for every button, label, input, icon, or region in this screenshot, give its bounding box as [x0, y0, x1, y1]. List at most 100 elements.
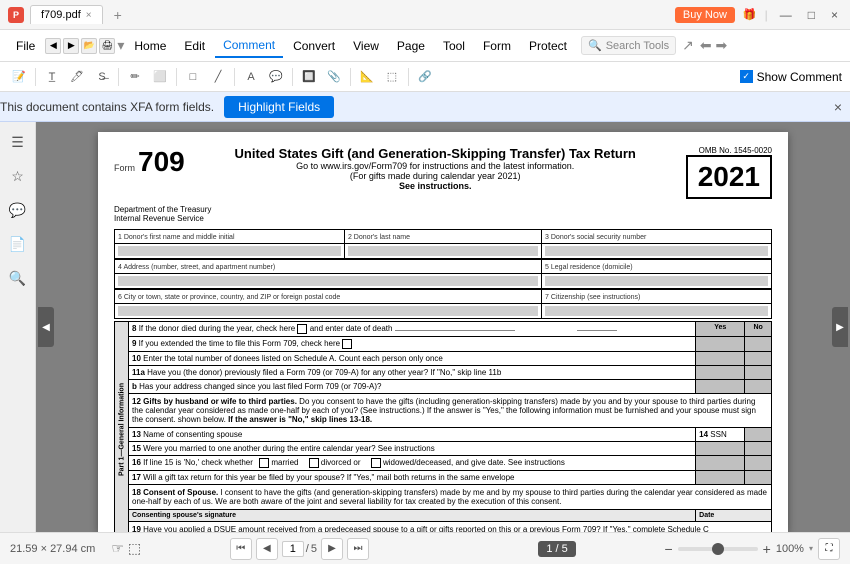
maximize-btn[interactable]: □ [804, 8, 819, 22]
share-icon[interactable]: ↗ [682, 37, 694, 54]
shape-btn[interactable]: □ [182, 66, 204, 88]
close-btn[interactable]: × [827, 8, 842, 22]
tab-close-btn[interactable]: × [86, 10, 92, 21]
draw-btn[interactable]: ✏ [124, 66, 146, 88]
row-11a: 11a Have you (the donor) previously file… [115, 366, 772, 380]
menu-protect[interactable]: Protect [521, 35, 575, 57]
sep-4 [234, 68, 235, 86]
prev-page-btn[interactable]: ◀ [256, 538, 278, 560]
line-btn[interactable]: ╱ [207, 66, 229, 88]
year-number: 2021 [698, 161, 760, 193]
stamp-btn[interactable]: 🔲 [298, 66, 320, 88]
eraser-btn[interactable]: ⬜ [149, 66, 171, 88]
row-13: 13 Name of consenting spouse 14 SSN [115, 428, 772, 442]
page-size-label: 21.59 × 27.94 cm [10, 543, 95, 555]
measure-btn[interactable]: 📐 [356, 66, 378, 88]
row-11b: b Has your address changed since you las… [115, 380, 772, 394]
area-btn[interactable]: ⬚ [381, 66, 403, 88]
col-yes-header: Yes [696, 322, 745, 337]
link-btn[interactable]: 🔗 [414, 66, 436, 88]
menu-view[interactable]: View [345, 35, 387, 57]
zoom-in-btn[interactable]: + [763, 541, 771, 557]
buy-now-btn[interactable]: Buy Now [675, 7, 735, 23]
menu-page[interactable]: Page [389, 35, 433, 57]
forward-nav-icon[interactable]: ➡ [716, 37, 728, 54]
row-11b-text: b Has your address changed since you las… [129, 380, 696, 394]
checkbox-married[interactable] [259, 458, 269, 468]
zoom-slider-thumb[interactable] [712, 543, 724, 555]
checkbox-divorced[interactable] [309, 458, 319, 468]
page-number-input[interactable] [282, 541, 304, 557]
back-icon[interactable]: ◀ [45, 38, 61, 54]
scroll-right-arrow[interactable]: ▶ [832, 307, 848, 347]
strikethrough-btn[interactable]: S̶ [91, 66, 113, 88]
minimize-btn[interactable]: — [776, 8, 796, 22]
select-tool[interactable]: ⬚ [128, 540, 141, 557]
title-bar-left: P f709.pdf × + [8, 5, 127, 24]
next-page-btn[interactable]: ▶ [321, 538, 343, 560]
field-5: 5 Legal residence (domicile) [542, 260, 772, 274]
attach-btn[interactable]: 📎 [323, 66, 345, 88]
form-709-number: 709 [138, 146, 185, 178]
menu-comment[interactable]: Comment [215, 34, 283, 58]
fit-btn[interactable]: ⛶ [818, 538, 840, 560]
fields-row-3: 6 City or town, state or province, count… [114, 289, 772, 319]
checkbox-widowed[interactable] [371, 458, 381, 468]
search-tools-input[interactable]: 🔍 Search Tools [581, 36, 676, 55]
zoom-dropdown-icon[interactable]: ▾ [809, 544, 813, 553]
zoom-slider[interactable] [678, 547, 758, 551]
sidebar-comment-icon[interactable]: 💬 [6, 198, 30, 222]
forward-icon[interactable]: ▶ [63, 38, 79, 54]
sidebar-pages-icon[interactable]: 📄 [6, 232, 30, 256]
menu-edit[interactable]: Edit [176, 35, 213, 57]
menu-home[interactable]: Home [126, 35, 174, 57]
checkbox-9[interactable] [342, 339, 352, 349]
hand-tool[interactable]: ☞ [111, 540, 124, 557]
highlight-fields-btn[interactable]: Highlight Fields [224, 96, 334, 118]
page-separator: / [306, 543, 309, 555]
textbox-btn[interactable]: A [240, 66, 262, 88]
checkbox-8[interactable] [297, 324, 307, 334]
open-icon[interactable]: 📂 [81, 38, 97, 54]
status-bar: 21.59 × 27.94 cm ☞ ⬚ ⏮ ◀ / 5 ▶ ⏭ 1 / 5 −… [0, 532, 850, 564]
sidebar-search-icon[interactable]: 🔍 [6, 266, 30, 290]
title-bar-right: Buy Now 🎁 | — □ × [675, 7, 842, 23]
show-comment-toggle[interactable]: ✓ Show Comment [740, 70, 842, 84]
row-15-yes [696, 442, 745, 456]
show-comment-checkbox[interactable]: ✓ [740, 70, 753, 83]
row-19-text: 19 Have you applied a DSUE amount receiv… [129, 522, 772, 533]
callout-btn[interactable]: 💬 [265, 66, 287, 88]
irs-name: Internal Revenue Service [114, 214, 204, 223]
highlight-btn[interactable]: 🖊 [66, 66, 88, 88]
comment-toolbar: 📝 T̲ 🖊 S̶ ✏ ⬜ □ ╱ A 💬 🔲 📎 📐 ⬚ 🔗 ✓ Show C… [0, 62, 850, 92]
menu-form[interactable]: Form [475, 35, 519, 57]
menu-arrow-icon[interactable]: ▾ [117, 37, 124, 54]
menu-file[interactable]: File [8, 35, 43, 57]
search-tools-label: Search Tools [606, 40, 669, 52]
row-16-text: 16 If line 15 is 'No,' check whether mar… [129, 456, 696, 471]
row-18: 18 Consent of Spouse. I consent to have … [115, 485, 772, 510]
row-13-text: 13 Name of consenting spouse [129, 428, 696, 442]
text-markup-btn[interactable]: T̲ [41, 66, 63, 88]
notification-close-btn[interactable]: × [834, 99, 842, 115]
last-page-btn[interactable]: ⏭ [347, 538, 369, 560]
scroll-left-arrow[interactable]: ◀ [38, 307, 54, 347]
field-2: 2 Donor's last name [344, 230, 541, 244]
total-pages: 5 [311, 543, 317, 555]
form-number-block: Form 709 [114, 146, 185, 178]
add-tab-btn[interactable]: + [109, 7, 127, 23]
document-tab[interactable]: f709.pdf × [30, 5, 103, 24]
sidebar-panel-toggle[interactable]: ☰ [6, 130, 30, 154]
zoom-out-btn[interactable]: − [664, 541, 672, 557]
menu-convert[interactable]: Convert [285, 35, 343, 57]
print-icon[interactable]: 🖨 [99, 38, 115, 54]
menu-bar: File ◀ ▶ 📂 🖨 ▾ Home Edit Comment Convert… [0, 30, 850, 62]
zoom-percentage: 100% [776, 543, 804, 555]
back-nav-icon[interactable]: ⬅ [700, 37, 712, 54]
sticky-note-btn[interactable]: 📝 [8, 66, 30, 88]
row-16-no [745, 456, 772, 471]
first-page-btn[interactable]: ⏮ [230, 538, 252, 560]
field-5-value [542, 274, 772, 289]
sidebar-bookmark-icon[interactable]: ☆ [6, 164, 30, 188]
menu-tool[interactable]: Tool [435, 35, 473, 57]
